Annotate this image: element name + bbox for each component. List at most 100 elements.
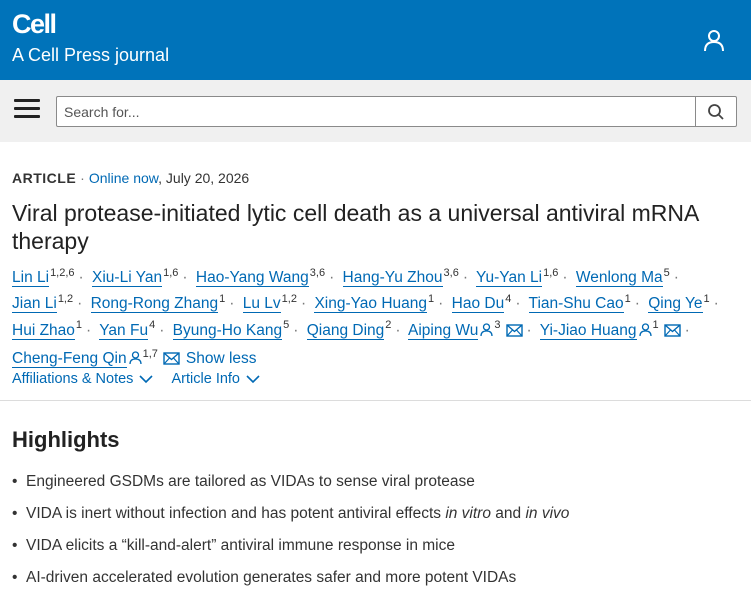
author-name-link[interactable]: Hao Du [451,295,505,314]
affiliations-notes-toggle[interactable]: Affiliations & Notes [12,371,154,387]
author-item: Qing Ye1 [648,294,710,314]
search-box [56,96,737,127]
author-name-link[interactable]: Jian Li [12,295,57,314]
author-item: Lu Lv1,2 [242,293,297,314]
article-header: ARTICLE · Online now, July 20, 2026 Viral … [12,168,737,374]
author-separator: · [86,321,92,339]
author-separator: · [182,269,188,286]
person-icon[interactable] [480,320,494,346]
affiliation-marker: 1 [428,293,435,306]
mail-icon[interactable] [663,320,681,346]
author-name-link[interactable]: Wenlong Ma [575,269,663,287]
author-item: Rong-Rong Zhang1 [90,294,225,314]
affiliation-marker: 5 [663,266,670,279]
author-item: Byung-Ho Kang5 [172,319,290,340]
author-list: Lin Li1,2,6 · Xiu-Li Yan1,6 · Hao-Yang Wan… [12,265,737,374]
author-item: Wenlong Ma5 [575,266,670,287]
author-item: Hui Zhao1 [12,319,83,340]
author-name-link[interactable]: Byung-Ho Kang [172,321,283,340]
highlight-text: and [490,505,526,522]
article-info-toggle[interactable]: Article Info [172,371,261,387]
author-separator: · [77,295,83,313]
author-name-link[interactable]: Yan Fu [99,321,149,340]
site-header: Cell A Cell Press journal [0,0,751,80]
author-name-link[interactable]: Yu-Yan Li [476,269,543,287]
search-icon [708,104,724,120]
chevron-down-icon [139,375,154,384]
highlight-item: • AI-driven accelerated evolution generat… [12,569,517,586]
highlights-heading: Highlights [12,427,120,452]
hamburger-menu-icon[interactable] [14,99,40,123]
affiliations-notes-label: Affiliations & Notes [12,371,134,387]
affiliation-marker: 1,6 [543,266,559,279]
author-item: Lin Li1,2,6 [12,266,75,287]
author-separator: · [300,295,307,313]
author-separator: · [713,295,719,313]
author-name-link[interactable]: Hui Zhao [12,321,75,340]
author-item: Cheng-Feng Qin 1,7 [12,348,180,368]
article-info-links: Affiliations & Notes Article Info [12,371,274,387]
author-separator: · [438,295,444,313]
author-item: Aiping Wu 3 [408,319,523,340]
author-name-link[interactable]: Xiu-Li Yan [92,269,163,287]
author-separator: · [78,269,84,286]
author-separator: · [159,321,165,339]
article-type: ARTICLE [12,170,77,186]
mail-icon[interactable] [505,320,523,346]
journal-logo[interactable]: Cell [12,9,57,39]
show-less-link[interactable]: Show less [186,350,257,367]
affiliation-marker: 1 [652,319,659,332]
user-icon[interactable] [700,27,728,55]
affiliation-marker: 4 [505,293,512,306]
author-name-link[interactable]: Hao-Yang Wang [195,269,309,287]
author-name-link[interactable]: Qiang Ding [306,321,385,340]
author-item: Yu-Yan Li1,6 [476,266,559,287]
author-name-link[interactable]: Qing Ye [648,295,703,314]
author-name-link[interactable]: Aiping Wu [408,321,479,340]
author-separator: · [515,295,521,313]
author-item: Yi-Jiao Huang 1 [539,319,681,340]
person-icon[interactable] [638,320,652,346]
author-item: Yan Fu4 [99,319,156,340]
author-name-link[interactable]: Xing-Yao Huang [314,295,428,314]
highlights-list: • Engineered GSDMs are tailored as VIDAs … [12,471,569,599]
affiliation-marker: 4 [149,319,156,332]
author-name-link[interactable]: Rong-Rong Zhang [90,295,219,314]
highlight-emphasis: in vitro [445,505,491,522]
author-separator: · [293,321,299,339]
online-status-link[interactable]: Online now [89,170,158,186]
affiliation-marker: 3 [494,319,501,332]
highlight-item: • VIDA is inert without infection and has… [12,505,570,522]
author-item: Xiu-Li Yan1,6 [92,267,178,287]
affiliation-marker: 1,2 [281,293,297,306]
highlight-text: AI-driven accelerated evolution generate… [26,569,517,586]
author-name-link[interactable]: Lin Li [12,269,50,287]
affiliation-marker: 5 [283,319,290,332]
author-name-link[interactable]: Lu Lv [242,295,281,314]
affiliation-marker: 2 [385,319,392,332]
search-bar [0,80,751,142]
affiliation-marker: 1 [75,319,83,332]
author-item: Hao Du4 [451,293,512,314]
article-title: Viral protease-initiated lytic cell deat… [12,200,699,254]
author-name-link[interactable]: Yi-Jiao Huang [539,321,637,340]
highlight-text: VIDA elicits a “kill-and-alert” antivira… [26,537,455,554]
meta-separator: · [80,170,85,186]
affiliation-marker: 1,2,6 [50,266,75,279]
highlight-text: VIDA is inert without infection and has … [26,505,446,522]
author-name-link[interactable]: Cheng-Feng Qin [12,349,127,368]
section-divider [0,400,751,401]
affiliation-marker: 1 [624,293,631,306]
author-item: Xing-Yao Huang1 [314,293,435,314]
author-separator: · [684,321,690,339]
search-input[interactable] [57,97,695,126]
journal-tagline: A Cell Press journal [12,45,170,65]
author-name-link[interactable]: Tian-Shu Cao [528,295,624,314]
affiliation-marker: 3,6 [443,266,459,279]
search-button[interactable] [695,97,736,126]
author-separator: · [329,269,335,286]
author-name-link[interactable]: Hang-Yu Zhou [342,269,443,287]
highlight-text: Engineered GSDMs are tailored as VIDAs t… [26,473,475,490]
author-item: Qiang Ding2 [306,319,392,340]
chevron-down-icon [246,375,260,384]
